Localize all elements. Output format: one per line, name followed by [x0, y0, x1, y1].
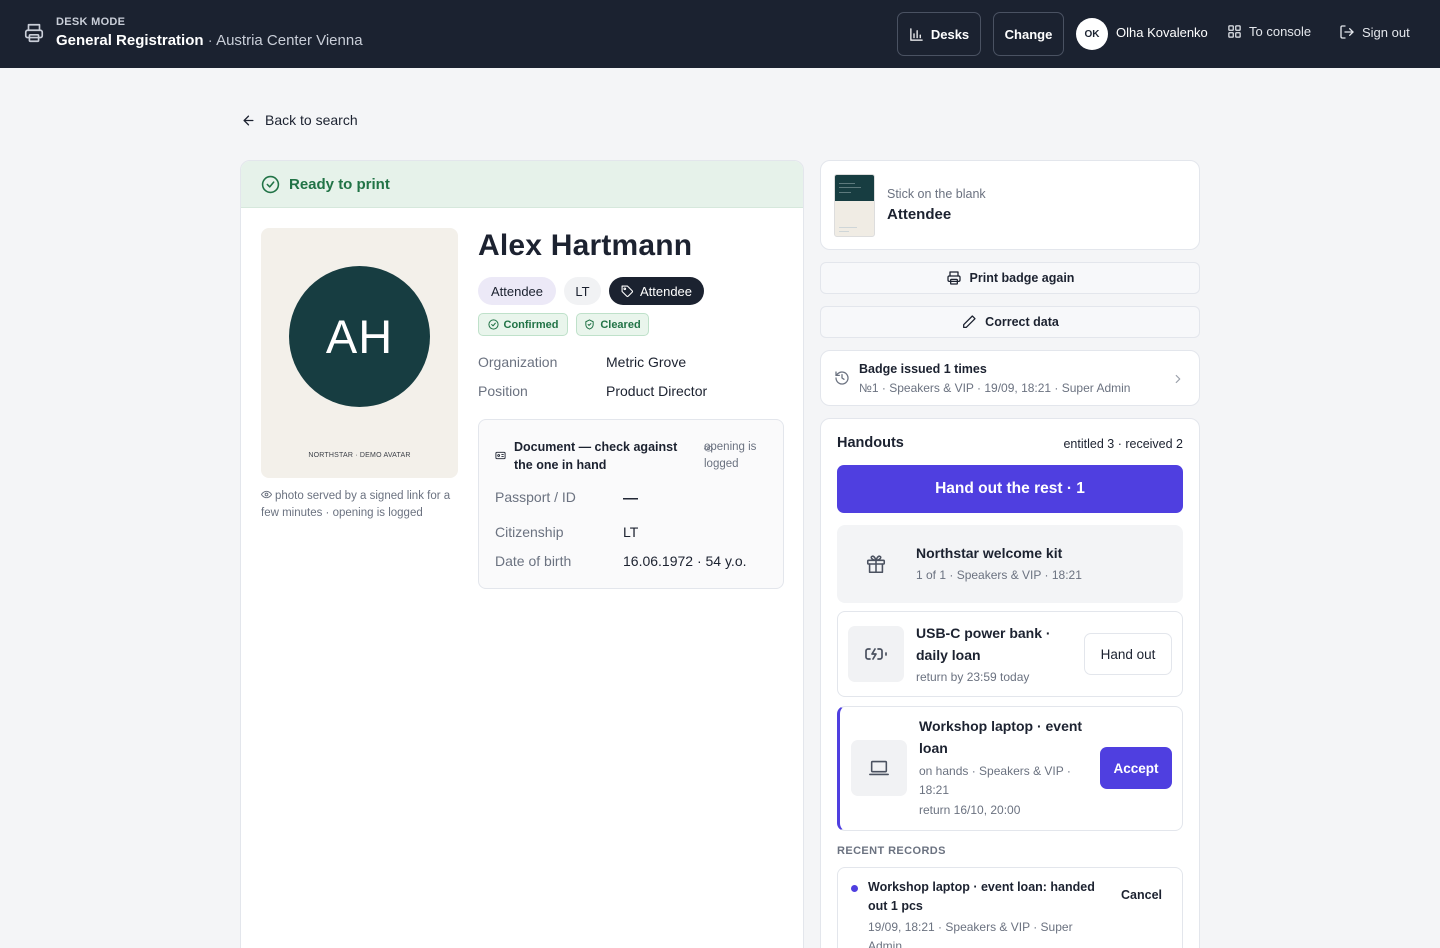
correct-data-label: Correct data [985, 315, 1059, 329]
passport-label: Passport / ID [495, 489, 576, 505]
hand-out-rest-button[interactable]: Hand out the rest · 1 [837, 465, 1183, 513]
bar-chart-icon [909, 27, 924, 42]
battery-charging-icon [848, 626, 904, 682]
tag-icon [621, 285, 634, 298]
badge-issued-title: Badge issued 1 times [859, 362, 987, 376]
hand-out-button[interactable]: Hand out [1084, 633, 1172, 675]
confirmed-badge: Confirmed [478, 313, 568, 336]
check-circle-icon [261, 175, 280, 194]
print-badge-again-label: Print badge again [969, 271, 1075, 285]
check-circle-icon [487, 319, 499, 330]
pencil-icon [961, 314, 977, 330]
avatar[interactable]: OK [1076, 18, 1108, 50]
handouts-summary: entitled 3 · received 2 [1063, 437, 1183, 451]
tag-chip: Attendee [609, 277, 704, 305]
record-status-dot [851, 885, 858, 892]
handout-item-name: Workshop laptop · event loan [919, 718, 1083, 756]
confirmed-label: Confirmed [503, 318, 559, 331]
dob-value: 16.06.1972 · 54 y.o. [623, 553, 747, 569]
document-note: opening is logged [692, 439, 772, 473]
title-separator: · [203, 32, 217, 49]
desks-label: Desks [930, 26, 970, 42]
organization-value: Metric Grove [606, 354, 687, 370]
eye-icon [692, 444, 713, 453]
id-card-icon [495, 450, 506, 461]
cleared-label: Cleared [600, 318, 641, 331]
recent-records-label: RECENT RECORDS [837, 845, 946, 857]
badge-history-row[interactable]: Badge issued 1 times №1 · Speakers & VIP… [820, 350, 1200, 406]
top-bar: DESK MODE General Registration · Austria… [0, 0, 1440, 68]
change-button[interactable]: Change [993, 12, 1064, 56]
back-label: Back to search [265, 112, 358, 128]
printer-icon [23, 22, 45, 44]
position-label: Position [478, 383, 528, 399]
photo-initials: AH [289, 266, 430, 407]
attendee-name: Alex Hartmann [478, 229, 693, 262]
recent-record-title: Workshop laptop · event loan: handed out… [868, 880, 1095, 913]
photo-note-text: photo served by a signed link for a few … [261, 490, 451, 519]
handout-item-meta: return by 23:59 today [916, 670, 1030, 684]
handout-item-name: USB-C power bank · daily loan [916, 625, 1051, 663]
badge-issued-detail: №1 · Speakers & VIP · 19/09, 18:21 · Sup… [859, 381, 1131, 395]
dob-label: Date of birth [495, 553, 572, 569]
citizenship-value: LT [623, 524, 639, 540]
organization-label: Organization [478, 354, 558, 370]
back-to-search-link[interactable]: Back to search [241, 112, 358, 128]
status-banner: Ready to print [241, 161, 803, 208]
gift-icon [848, 536, 904, 592]
badge-subtitle: Stick on the blank [887, 187, 986, 201]
accept-button[interactable]: Accept [1100, 747, 1172, 789]
correct-data-button[interactable]: Correct data [820, 306, 1200, 338]
recent-record-meta: 19/09, 18:21 · Speakers & VIP · Super Ad… [868, 920, 1073, 948]
history-icon [834, 370, 850, 386]
mode-label: DESK MODE [56, 16, 126, 28]
user-name[interactable]: Olha Kovalenko [1116, 25, 1208, 40]
eye-icon [261, 489, 272, 500]
badge-title: Attendee [887, 206, 952, 223]
tag-chip-label: Attendee [639, 283, 693, 299]
venue-name: Austria Center Vienna [216, 32, 363, 49]
desk-title: General Registration · Austria Center Vi… [56, 32, 363, 49]
attendee-photo[interactable]: AH NORTHSTAR · DEMO AVATAR [261, 228, 458, 478]
recent-record: Workshop laptop · event loan: handed out… [837, 867, 1183, 948]
handout-item: Workshop laptop · event loan on hands · … [837, 706, 1183, 831]
handout-item-meta: 1 of 1 · Speakers & VIP · 18:21 [916, 568, 1082, 582]
print-badge-again-button[interactable]: Print badge again [820, 262, 1200, 294]
role-chip: Attendee [478, 277, 556, 305]
country-chip: LT [564, 277, 601, 305]
passport-value: — [623, 490, 638, 507]
photo-note: photo served by a signed link for a few … [261, 488, 461, 522]
document-panel: Document — check against the one in hand… [478, 419, 784, 589]
sign-out-icon [1339, 24, 1355, 40]
to-console-link[interactable]: To console [1227, 24, 1311, 39]
badge-preview [834, 174, 875, 237]
cancel-record-button[interactable]: Cancel [1121, 888, 1162, 902]
handout-item-return: return 16/10, 20:00 [919, 803, 1021, 817]
status-label: Ready to print [289, 175, 390, 193]
desks-button[interactable]: Desks [897, 12, 981, 56]
handouts-title: Handouts [837, 435, 904, 451]
handout-item-meta: on hands · Speakers & VIP · 18:21 [919, 764, 1071, 797]
handout-item: USB-C power bank · daily loan return by … [837, 611, 1183, 697]
grid-icon [1227, 24, 1242, 39]
to-console-label: To console [1249, 24, 1312, 39]
printer-icon [946, 270, 962, 286]
chevron-right-icon [1171, 372, 1185, 386]
sign-out-label: Sign out [1362, 24, 1410, 40]
handout-item-name: Northstar welcome kit [916, 545, 1063, 561]
handout-item: Northstar welcome kit 1 of 1 · Speakers … [837, 525, 1183, 603]
badge-card: Stick on the blank Attendee [820, 160, 1200, 250]
sign-out-link[interactable]: Sign out [1339, 24, 1410, 40]
citizenship-label: Citizenship [495, 524, 564, 540]
attendee-card: Ready to print AH NORTHSTAR · DEMO AVATA… [240, 160, 804, 948]
cleared-badge: Cleared [576, 313, 649, 336]
handouts-card: Handouts entitled 3 · received 2 Hand ou… [820, 418, 1200, 948]
desk-name: General Registration [56, 32, 204, 49]
laptop-icon [851, 740, 907, 796]
document-title: Document — check against the one in hand [514, 440, 678, 472]
shield-check-icon [584, 319, 595, 330]
position-value: Product Director [606, 383, 708, 399]
photo-caption: NORTHSTAR · DEMO AVATAR [308, 452, 411, 459]
arrow-left-icon [241, 113, 256, 128]
